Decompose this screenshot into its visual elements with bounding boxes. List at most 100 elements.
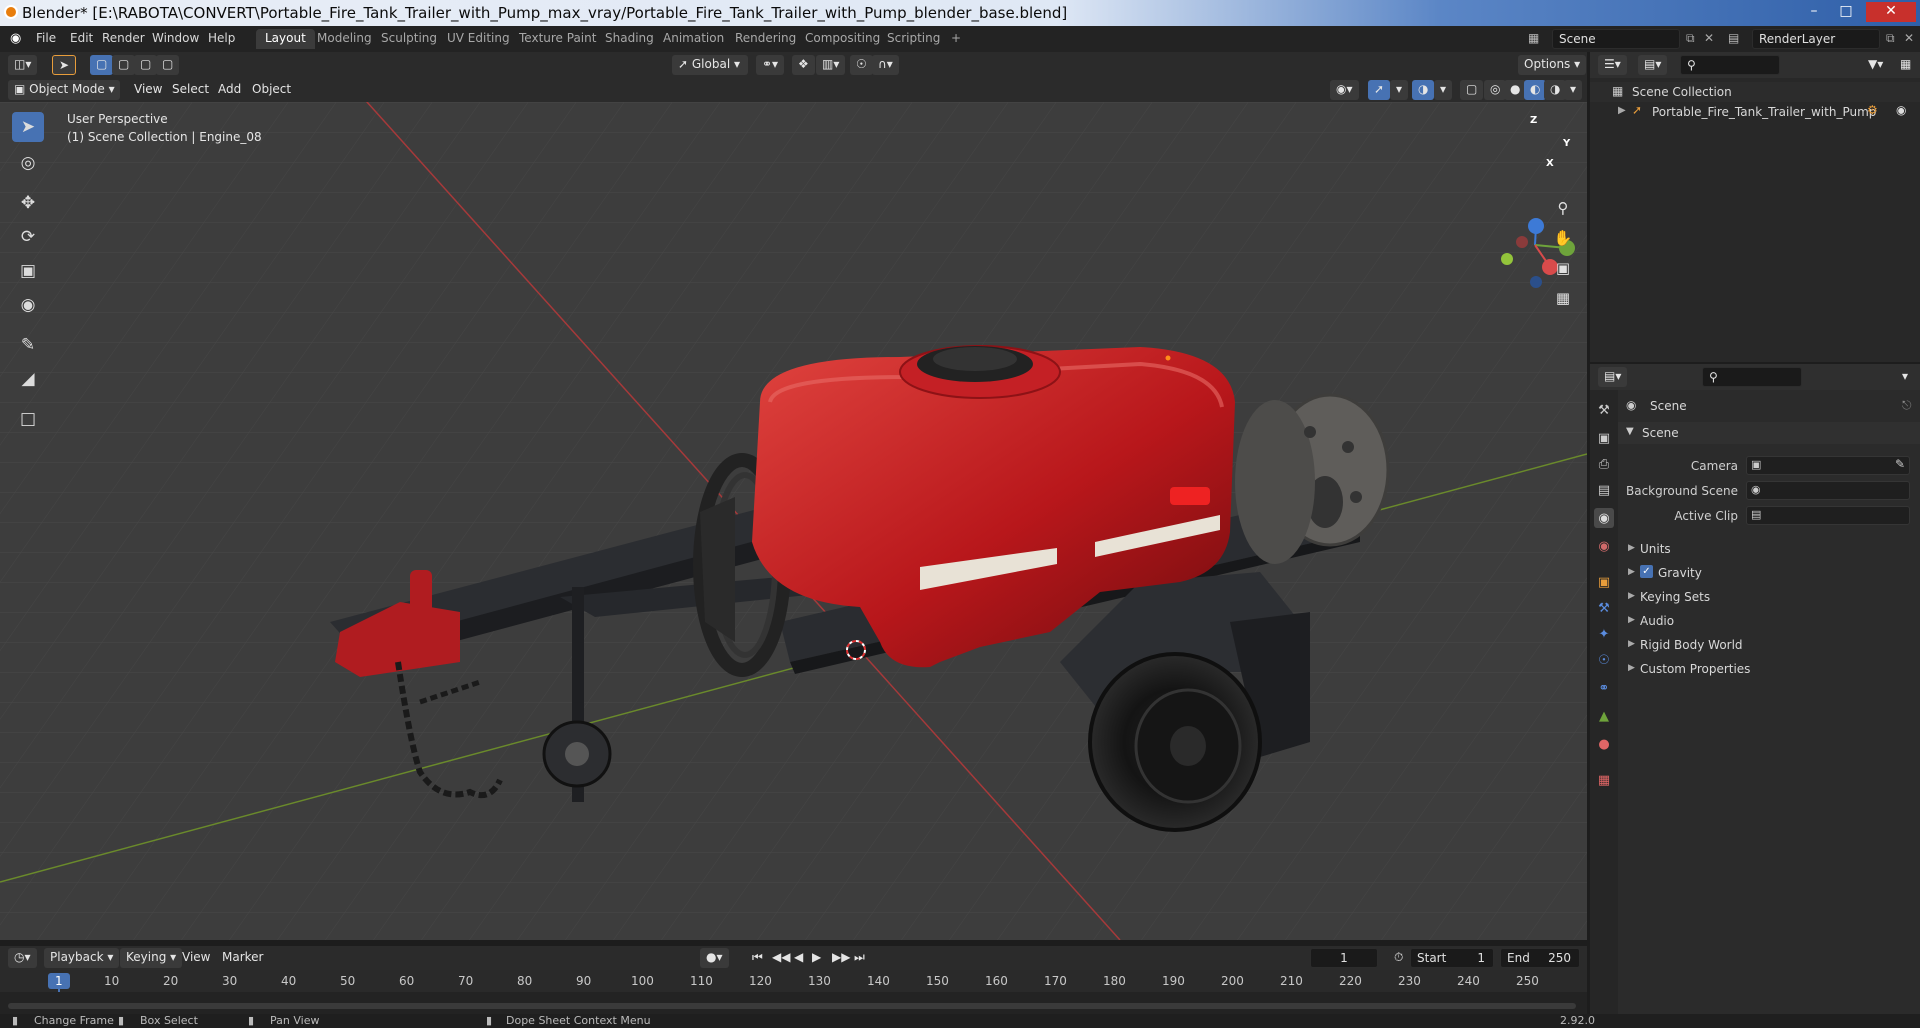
measure-tool-icon[interactable]: ◢ bbox=[12, 364, 44, 394]
tab-scripting[interactable]: Scripting bbox=[878, 29, 949, 49]
tab-shading[interactable]: Shading bbox=[596, 29, 663, 49]
texture-tab-icon[interactable]: ▦ bbox=[1594, 770, 1614, 790]
particles-tab-icon[interactable]: ✦ bbox=[1594, 624, 1614, 644]
data-tab-icon[interactable]: ▲ bbox=[1594, 706, 1614, 726]
audio-section[interactable]: ▶ Audio bbox=[1618, 610, 1920, 632]
menu-help[interactable]: Help bbox=[208, 31, 235, 45]
options-dropdown[interactable]: Options ▾ bbox=[1518, 55, 1587, 75]
editor-type-icon[interactable]: ◫▾ bbox=[8, 55, 38, 75]
menu-view[interactable]: View bbox=[128, 80, 168, 100]
object-tab-icon[interactable]: ▣ bbox=[1594, 572, 1614, 592]
keying-sets-section[interactable]: ▶ Keying Sets bbox=[1618, 586, 1920, 608]
delete-scene-icon[interactable]: ✕ bbox=[1704, 31, 1714, 45]
rotate-tool-icon[interactable]: ⟳ bbox=[12, 222, 44, 252]
outliner-search-icon[interactable]: ⚲ bbox=[1680, 55, 1780, 75]
pin-icon[interactable]: ⎋ bbox=[1902, 398, 1912, 413]
snap-target-icon[interactable]: ▥▾ bbox=[816, 55, 846, 75]
output-tab-icon[interactable]: ⎙ bbox=[1594, 454, 1614, 474]
gizmo-icon[interactable]: ➚ bbox=[1368, 80, 1391, 100]
display-mode-icon[interactable]: ▤▾ bbox=[1638, 55, 1668, 75]
current-frame-field[interactable]: 1 bbox=[1310, 948, 1378, 968]
viewport-scene[interactable] bbox=[0, 102, 1587, 940]
timeline-scrollbar[interactable] bbox=[8, 1003, 1576, 1009]
shading-dropdown-icon[interactable]: ▾ bbox=[1564, 80, 1583, 100]
properties-search-icon[interactable]: ⚲ bbox=[1702, 367, 1802, 387]
custom-properties-section[interactable]: ▶ Custom Properties bbox=[1618, 658, 1920, 680]
tab-modeling[interactable]: Modeling bbox=[308, 29, 381, 49]
scene-selector[interactable]: Scene bbox=[1552, 29, 1680, 49]
tab-texture-paint[interactable]: Texture Paint bbox=[510, 29, 605, 49]
mode-dropdown[interactable]: ▣ Object Mode ▾ bbox=[8, 80, 120, 100]
select-subtract-icon[interactable]: ▢ bbox=[134, 55, 158, 75]
menu-select[interactable]: Select bbox=[166, 80, 215, 100]
3d-viewport[interactable]: User Perspective (1) Scene Collection | … bbox=[0, 102, 1587, 940]
close-icon[interactable]: ✕ bbox=[1866, 2, 1916, 22]
outliner-editor-icon[interactable]: ☰▾ bbox=[1598, 55, 1627, 75]
tab-uv-editing[interactable]: UV Editing bbox=[438, 29, 519, 49]
material-tab-icon[interactable]: ● bbox=[1594, 734, 1614, 754]
tab-compositing[interactable]: Compositing bbox=[796, 29, 889, 49]
gizmo-dropdown-icon[interactable]: ▾ bbox=[1390, 80, 1409, 100]
proportional-edit-icon[interactable]: ☉ bbox=[850, 55, 873, 75]
annotate-tool-icon[interactable]: ✎ bbox=[12, 330, 44, 360]
outliner-root-row[interactable]: ▦ Scene Collection bbox=[1590, 82, 1920, 102]
timeline-view-menu[interactable]: View bbox=[176, 948, 216, 968]
visibility-icon[interactable]: ◉▾ bbox=[1330, 80, 1359, 100]
eye-visibility-icon[interactable]: ◉ bbox=[1896, 103, 1906, 117]
properties-editor-icon[interactable]: ▤▾ bbox=[1598, 367, 1628, 387]
scene-tab-icon[interactable]: ◉ bbox=[1594, 508, 1614, 528]
menu-file[interactable]: File bbox=[36, 31, 56, 45]
menu-add[interactable]: Add bbox=[212, 80, 247, 100]
select-box-tool-icon[interactable]: ➤ bbox=[12, 112, 44, 142]
tab-rendering[interactable]: Rendering bbox=[726, 29, 805, 49]
transform-tool-icon[interactable]: ◉ bbox=[12, 290, 44, 320]
new-view-layer-icon[interactable]: ⧉ bbox=[1886, 31, 1895, 46]
move-tool-icon[interactable]: ✥ bbox=[12, 188, 44, 218]
menu-window[interactable]: Window bbox=[152, 31, 199, 45]
add-cube-tool-icon[interactable]: □ bbox=[12, 404, 44, 434]
blender-menu-icon[interactable]: ◉ bbox=[10, 31, 21, 46]
scene-panel-header[interactable]: ▼ Scene bbox=[1618, 422, 1920, 444]
camera-view-icon[interactable]: ▣ bbox=[1549, 254, 1577, 282]
timeline-editor-icon[interactable]: ◷▾ bbox=[8, 948, 37, 968]
zoom-icon[interactable]: ⚲ bbox=[1549, 194, 1577, 222]
tab-sculpting[interactable]: Sculpting bbox=[372, 29, 446, 49]
pivot-icon[interactable]: ⚭▾ bbox=[756, 55, 785, 75]
delete-view-layer-icon[interactable]: ✕ bbox=[1904, 31, 1914, 45]
overlays-icon[interactable]: ◑ bbox=[1412, 80, 1435, 100]
new-scene-icon[interactable]: ⧉ bbox=[1686, 31, 1695, 46]
menu-render[interactable]: Render bbox=[102, 31, 145, 45]
snap-icon[interactable]: ❖ bbox=[792, 55, 815, 75]
tab-layout[interactable]: Layout bbox=[256, 29, 315, 49]
marker-menu[interactable]: Marker bbox=[216, 948, 269, 968]
start-frame-field[interactable]: Start 1 bbox=[1410, 948, 1494, 968]
playback-menu[interactable]: Playback ▾ bbox=[44, 948, 120, 968]
timeline-body[interactable] bbox=[0, 992, 1587, 1014]
minimize-icon[interactable]: – bbox=[1800, 2, 1828, 22]
menu-object[interactable]: Object bbox=[246, 80, 297, 100]
gizmo-z-axis[interactable] bbox=[1528, 218, 1544, 234]
select-intersect-icon[interactable]: ▢ bbox=[156, 55, 180, 75]
outliner-item[interactable]: ▶ ➚ Portable_Fire_Tank_Trailer_with_Pump… bbox=[1590, 102, 1920, 122]
physics-tab-icon[interactable]: ☉ bbox=[1594, 650, 1614, 670]
falloff-icon[interactable]: ∩▾ bbox=[872, 55, 899, 75]
scale-tool-icon[interactable]: ▣ bbox=[12, 256, 44, 286]
ortho-grid-icon[interactable]: ▦ bbox=[1549, 284, 1577, 312]
gravity-section[interactable]: ▶ ✓ Gravity bbox=[1618, 562, 1920, 584]
constraints-tab-icon[interactable]: ⚭ bbox=[1594, 678, 1614, 698]
active-clip-field[interactable]: ▤ bbox=[1746, 506, 1910, 525]
background-scene-field[interactable]: ◉ bbox=[1746, 481, 1910, 500]
view-layer-selector[interactable]: RenderLayer bbox=[1752, 29, 1880, 49]
jump-end-icon[interactable]: ⏭ bbox=[848, 948, 871, 968]
units-section[interactable]: ▶ Units bbox=[1618, 538, 1920, 560]
gravity-checkbox[interactable]: ✓ bbox=[1640, 565, 1653, 578]
select-new-icon[interactable]: ▢ bbox=[90, 55, 114, 75]
stopwatch-icon[interactable]: ⏱ bbox=[1388, 948, 1409, 968]
end-frame-field[interactable]: End 250 bbox=[1500, 948, 1580, 968]
timeline-ruler[interactable]: 1 10 20 30 40 50 60 70 80 90 100 110 120… bbox=[0, 970, 1587, 1014]
eyedropper-icon[interactable]: ✎ bbox=[1895, 457, 1905, 471]
modifier-tab-icon[interactable]: ⚒ bbox=[1594, 598, 1614, 618]
overlays-dropdown-icon[interactable]: ▾ bbox=[1434, 80, 1453, 100]
properties-options-icon[interactable]: ▾ bbox=[1896, 367, 1914, 387]
view-layer-tab-icon[interactable]: ▤ bbox=[1594, 480, 1614, 500]
